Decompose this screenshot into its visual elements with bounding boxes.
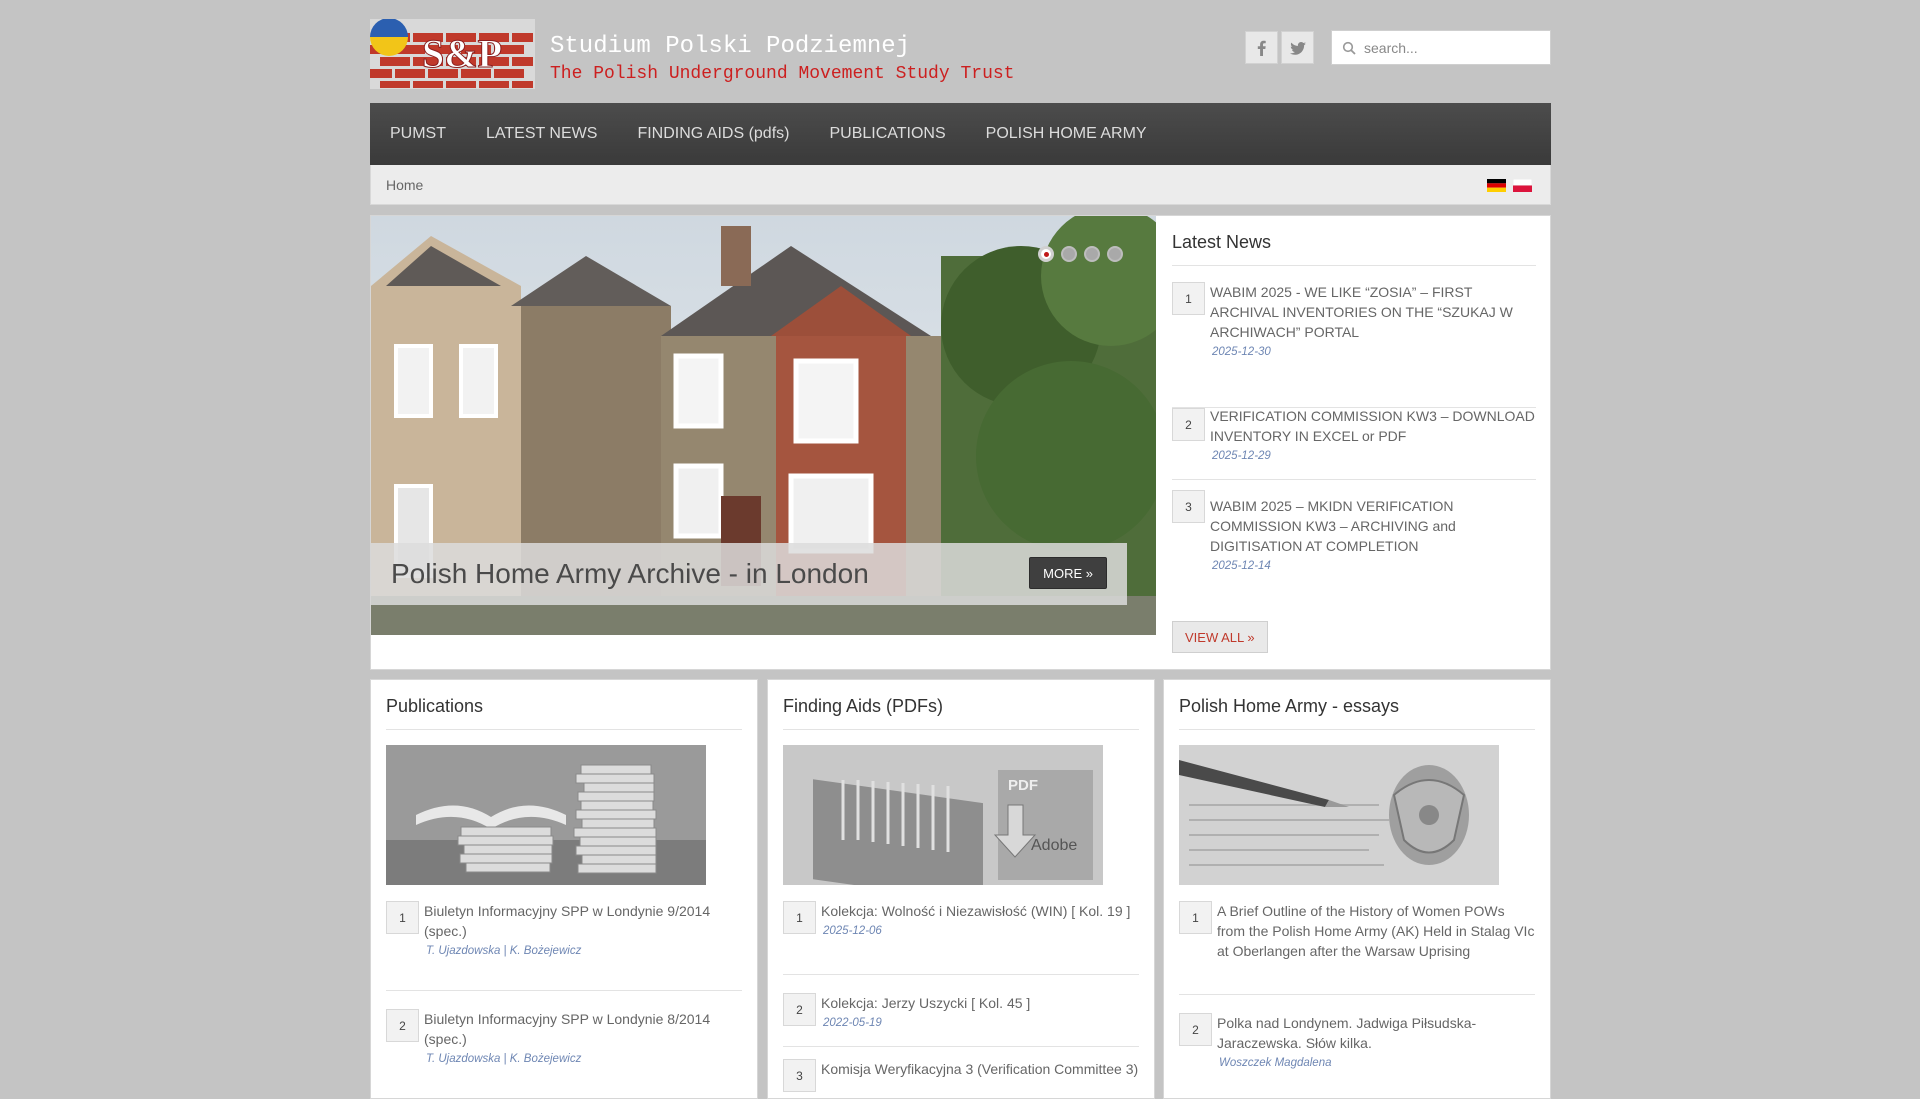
search-icon <box>1342 41 1356 55</box>
news-item-date: 2025-12-30 <box>1212 346 1271 358</box>
pl-flag-icon[interactable] <box>1513 179 1532 192</box>
slider-dot-1[interactable] <box>1038 246 1054 262</box>
slide-caption: Polish Home Army Archive - in London MOR… <box>371 543 1127 605</box>
file-archive-image[interactable]: PDF Adobe <box>783 745 1103 885</box>
divider <box>1172 358 1536 408</box>
divider <box>386 957 742 991</box>
essay-title[interactable]: A Brief Outline of the History of Women … <box>1217 901 1535 961</box>
publication-title[interactable]: Biuletyn Informacyjny SPP w Londynie 9/2… <box>424 901 742 941</box>
breadcrumb-home[interactable]: Home <box>386 177 423 193</box>
nav-item-pumst[interactable]: PUMST <box>370 125 466 143</box>
list-item: 1 A Brief Outline of the History of Wome… <box>1179 901 1535 961</box>
finding-aids-title[interactable]: Finding Aids (PDFs) <box>783 680 1139 730</box>
publication-title[interactable]: Biuletyn Informacyjny SPP w Londynie 8/2… <box>424 1009 742 1049</box>
nav-item-latest-news[interactable]: LATEST NEWS <box>466 125 617 143</box>
divider <box>783 1029 1139 1047</box>
list-item: 2 Biuletyn Informacyjny SPP w Londynie 8… <box>386 1009 742 1065</box>
publication-authors: T. Ujazdowska | K. Bożejewicz <box>426 1053 582 1065</box>
nav-item-polish-home-army[interactable]: POLISH HOME ARMY <box>966 125 1167 143</box>
featured-section: Polish Home Army Archive - in London MOR… <box>370 215 1551 670</box>
item-number: 1 <box>783 901 816 934</box>
item-number: 1 <box>1179 901 1212 934</box>
twitter-icon <box>1289 41 1306 55</box>
item-number: 2 <box>1179 1013 1212 1046</box>
publication-authors: T. Ujazdowska | K. Bożejewicz <box>426 945 582 957</box>
facebook-icon <box>1257 40 1266 56</box>
finding-aid-title[interactable]: Kolekcja: Wolność i Niezawisłość (WIN) [… <box>821 901 1139 921</box>
publications-title[interactable]: Publications <box>386 680 742 730</box>
item-number: 1 <box>386 901 419 934</box>
list-item: 1 Kolekcja: Wolność i Niezawisłość (WIN)… <box>783 901 1139 937</box>
pen-eagle-image[interactable] <box>1179 745 1499 885</box>
de-flag-icon[interactable] <box>1487 179 1506 192</box>
news-item-date: 2025-12-14 <box>1212 560 1271 572</box>
facebook-button[interactable] <box>1245 31 1278 64</box>
finding-aid-title[interactable]: Kolekcja: Jerzy Uszycki [ Kol. 45 ] <box>821 993 1139 1013</box>
finding-aid-date: 2022-05-19 <box>823 1017 882 1029</box>
site-subtitle: The Polish Underground Movement Study Tr… <box>550 64 1015 84</box>
twitter-button[interactable] <box>1281 31 1314 64</box>
item-number: 3 <box>783 1059 816 1092</box>
publications-list: 1 Biuletyn Informacyjny SPP w Londynie 9… <box>386 901 742 1065</box>
divider <box>1172 462 1536 480</box>
divider <box>783 937 1139 975</box>
home-army-list: 1 A Brief Outline of the History of Wome… <box>1179 901 1535 1069</box>
essay-title[interactable]: Polka nad Londynem. Jadwiga Piłsudska-Ja… <box>1217 1013 1535 1053</box>
finding-aid-title[interactable]: Komisja Weryfikacyjna 3 (Verification Co… <box>821 1059 1139 1079</box>
breadcrumb: Home <box>370 165 1551 205</box>
search-input[interactable] <box>1364 39 1544 56</box>
spp-logo[interactable]: S&P <box>370 19 535 89</box>
latest-news-panel: Latest News 1 WABIM 2025 - WE LIKE “ZOSI… <box>1172 216 1536 653</box>
nav-item-publications[interactable]: PUBLICATIONS <box>809 125 965 143</box>
books-image[interactable] <box>386 745 706 885</box>
item-number: 2 <box>783 993 816 1026</box>
list-item: 1 Biuletyn Informacyjny SPP w Londynie 9… <box>386 901 742 957</box>
list-item: 2 Polka nad Londynem. Jadwiga Piłsudska-… <box>1179 1013 1535 1069</box>
divider <box>1179 961 1535 995</box>
item-number: 3 <box>1172 490 1205 523</box>
news-item-title[interactable]: WABIM 2025 - WE LIKE “ZOSIA” – FIRST ARC… <box>1210 282 1536 342</box>
image-slider[interactable]: Polish Home Army Archive - in London MOR… <box>371 216 1156 635</box>
view-all-button[interactable]: VIEW ALL » <box>1172 621 1268 653</box>
slider-dots <box>1038 246 1123 262</box>
logo-text: S&P <box>422 31 502 76</box>
slider-dot-3[interactable] <box>1084 246 1100 262</box>
list-item: 2 Kolekcja: Jerzy Uszycki [ Kol. 45 ] 20… <box>783 993 1139 1029</box>
adobe-label: Adobe <box>1031 837 1077 854</box>
finding-aids-list: 1 Kolekcja: Wolność i Niezawisłość (WIN)… <box>783 901 1139 1092</box>
item-number: 2 <box>1172 408 1205 441</box>
slider-dot-4[interactable] <box>1107 246 1123 262</box>
main-nav: PUMST LATEST NEWS FINDING AIDS (pdfs) PU… <box>370 103 1551 165</box>
slide-caption-text[interactable]: Polish Home Army Archive - in London <box>391 558 869 590</box>
publications-panel: Publications 1 Biuletyn Informacyjny SPP… <box>370 679 758 1099</box>
news-item-date: 2025-12-29 <box>1212 450 1271 462</box>
finding-aid-date: 2025-12-06 <box>823 925 882 937</box>
home-army-title[interactable]: Polish Home Army - essays <box>1179 680 1535 730</box>
site-title[interactable]: Studium Polski Podziemnej <box>550 33 910 60</box>
item-number: 2 <box>386 1009 419 1042</box>
news-item-title[interactable]: WABIM 2025 – MKIDN VERIFICATION COMMISSI… <box>1210 496 1536 556</box>
pdf-label: PDF <box>1008 777 1038 794</box>
more-button[interactable]: MORE » <box>1029 557 1107 589</box>
nav-item-finding-aids[interactable]: FINDING AIDS (pdfs) <box>617 125 809 143</box>
list-item: 1 WABIM 2025 - WE LIKE “ZOSIA” – FIRST A… <box>1172 282 1536 358</box>
news-item-title[interactable]: VERIFICATION COMMISSION KW3 – DOWNLOAD I… <box>1210 406 1536 446</box>
slider-dot-2[interactable] <box>1061 246 1077 262</box>
list-item: 2 VERIFICATION COMMISSION KW3 – DOWNLOAD… <box>1172 406 1536 462</box>
home-army-panel: Polish Home Army - essays 1 A Brief Outl… <box>1163 679 1551 1099</box>
latest-news-title[interactable]: Latest News <box>1172 216 1536 266</box>
list-item: 3 WABIM 2025 – MKIDN VERIFICATION COMMIS… <box>1172 490 1536 572</box>
search-box[interactable] <box>1331 30 1551 65</box>
essay-author: Woszczek Magdalena <box>1219 1057 1332 1069</box>
list-item: 3 Komisja Weryfikacyjna 3 (Verification … <box>783 1059 1139 1092</box>
item-number: 1 <box>1172 282 1205 315</box>
finding-aids-panel: Finding Aids (PDFs) PDF Adobe 1 Kolekcja… <box>767 679 1155 1099</box>
